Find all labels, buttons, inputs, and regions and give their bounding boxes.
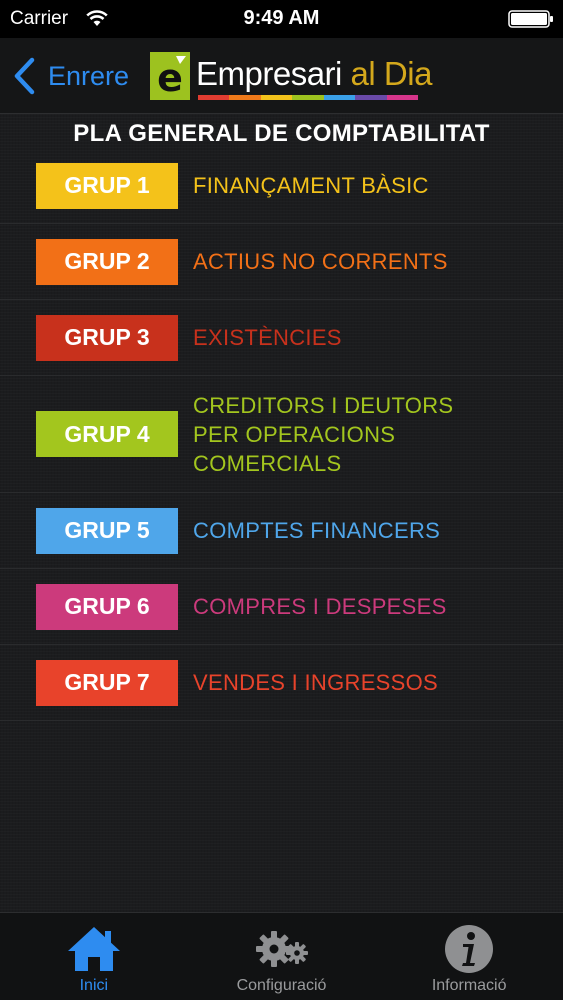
- gears-icon: [255, 931, 308, 967]
- tab-label: Informació: [431, 977, 507, 994]
- logo-wordmark: Empresari al Dia: [196, 52, 432, 100]
- group-row-2[interactable]: GRUP 2 ACTIUS NO CORRENTS: [0, 224, 563, 300]
- page-title: PLA GENERAL DE COMPTABILITAT: [73, 120, 490, 147]
- tab-inici[interactable]: Inici: [0, 913, 188, 1000]
- tab-bar: Inici Configuració Informació: [0, 912, 563, 1000]
- tab-informacio[interactable]: Informació: [375, 913, 563, 1000]
- group-label: COMPRES I DESPESES: [193, 592, 533, 621]
- tab-label: Configuració: [236, 977, 327, 994]
- app-screen: Carrier 9:49 AM Enrere e Empresari al Di…: [0, 0, 563, 1000]
- tab-label: Inici: [79, 977, 109, 994]
- home-icon: [67, 927, 120, 971]
- group-label: COMPTES FINANCERS: [193, 516, 533, 545]
- group-badge: GRUP 7: [36, 659, 178, 706]
- group-badge: GRUP 2: [36, 238, 178, 285]
- group-label-line: VENDES I INGRESSOS: [193, 670, 439, 695]
- info-icon: [445, 925, 494, 973]
- logo-color-strip: [198, 95, 418, 100]
- group-label: VENDES I INGRESSOS: [193, 668, 533, 697]
- group-badge: GRUP 6: [36, 583, 178, 630]
- svg-text:e: e: [157, 56, 183, 100]
- logo-title-accent: al Dia: [350, 55, 433, 92]
- group-label-line: COMERCIALS: [193, 450, 342, 476]
- logo-strip-segment: [260, 95, 293, 100]
- group-label: FINANÇAMENT BÀSIC: [193, 171, 533, 200]
- group-row-3[interactable]: GRUP 3 EXISTÈNCIES: [0, 300, 563, 376]
- logo-title-main: Empresari: [196, 55, 342, 92]
- back-button[interactable]: Enrere: [12, 56, 142, 96]
- status-bar: Carrier 9:49 AM: [0, 0, 563, 38]
- group-label-line: FINANÇAMENT BÀSIC: [193, 173, 429, 198]
- logo-strip-segment: [292, 95, 324, 100]
- logo-strip-segment: [355, 95, 387, 100]
- logo-strip-segment: [229, 95, 261, 100]
- navigation-bar: Enrere e Empresari al Dia: [0, 38, 563, 114]
- group-badge: GRUP 4: [36, 411, 178, 457]
- group-label-line: CREDITORS I DEUTORS: [193, 392, 454, 418]
- group-row-5[interactable]: GRUP 5 COMPTES FINANCERS: [0, 493, 563, 569]
- logo-strip-segment: [386, 95, 418, 100]
- logo-strip-segment: [323, 95, 356, 100]
- group-list: GRUP 1 FINANÇAMENT BÀSIC GRUP 2 ACTIUS N…: [0, 148, 563, 721]
- group-label-line: ACTIUS NO CORRENTS: [193, 249, 448, 274]
- group-label: ACTIUS NO CORRENTS: [193, 247, 533, 276]
- app-logo: e Empresari al Dia: [150, 50, 432, 102]
- group-row-7[interactable]: GRUP 7 VENDES I INGRESSOS: [0, 645, 563, 721]
- group-badge: GRUP 1: [36, 162, 178, 209]
- logo-e-icon: e: [150, 52, 190, 100]
- back-button-label: Enrere: [48, 60, 130, 91]
- chevron-left-icon: [14, 57, 35, 95]
- group-label: CREDITORS I DEUTORS PER OPERACIONS COMER…: [193, 391, 533, 478]
- logo-strip-segment: [198, 95, 230, 100]
- tab-configuracio[interactable]: Configuració: [188, 913, 376, 1000]
- battery-icon: [508, 10, 553, 28]
- group-row-1[interactable]: GRUP 1 FINANÇAMENT BÀSIC: [0, 148, 563, 224]
- group-label-line: PER OPERACIONS: [193, 421, 396, 447]
- group-label: EXISTÈNCIES: [193, 323, 533, 352]
- group-row-4[interactable]: GRUP 4 CREDITORS I DEUTORS PER OPERACION…: [0, 376, 563, 493]
- group-badge: GRUP 5: [36, 507, 178, 554]
- logo-e-mark: e: [150, 52, 190, 100]
- group-label-line: COMPTES FINANCERS: [193, 518, 441, 543]
- group-label-line: EXISTÈNCIES: [193, 325, 342, 350]
- group-label-line: COMPRES I DESPESES: [193, 594, 447, 619]
- status-time: 9:49 AM: [243, 7, 320, 29]
- group-row-6[interactable]: GRUP 6 COMPRES I DESPESES: [0, 569, 563, 645]
- logo-title: Empresari al Dia: [196, 55, 432, 93]
- group-badge: GRUP 3: [36, 314, 178, 361]
